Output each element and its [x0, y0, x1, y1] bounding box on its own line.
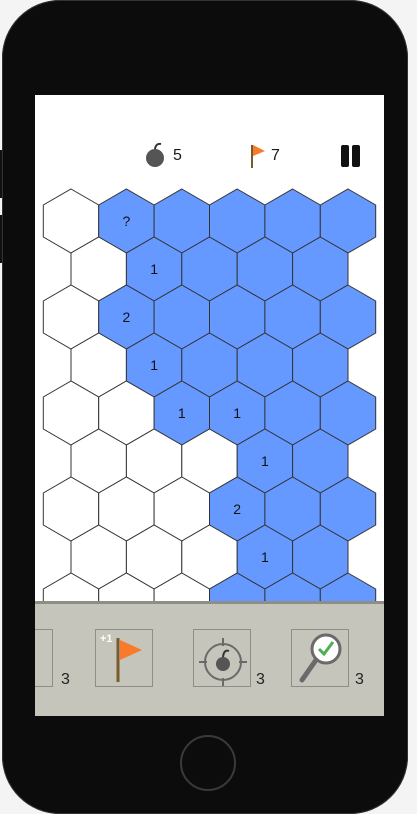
hex-cell-label: ?: [123, 213, 131, 229]
hex-cell-label: 2: [123, 309, 131, 325]
bomb-target-tool-count: 3: [256, 671, 265, 688]
hex-cell-label: 1: [261, 549, 269, 565]
flag-icon: [251, 145, 265, 168]
magnifier-check-icon: [299, 633, 342, 683]
bomb-target-icon: [199, 638, 247, 686]
hex-cell-label: 1: [178, 405, 186, 421]
bomb-count: 5: [173, 147, 182, 164]
pause-icon: [352, 145, 360, 167]
bomb-icon: [146, 142, 164, 167]
hex-cell-label: 1: [150, 357, 158, 373]
plus-one-badge: +1: [100, 633, 113, 645]
partial-tool[interactable]: [35, 629, 53, 687]
tools-bar: 3 +1 3 3: [35, 601, 384, 716]
hex-cell-label: 1: [150, 261, 158, 277]
hud-bar: 5 7: [35, 95, 384, 190]
bomb-target-tool[interactable]: [193, 629, 251, 687]
pause-icon: [341, 145, 349, 167]
home-button[interactable]: [180, 735, 236, 791]
hex-cell-label: 1: [261, 453, 269, 469]
hex-cell-label: 1: [233, 405, 241, 421]
pause-button[interactable]: [340, 145, 362, 167]
flag-count: 7: [271, 147, 280, 164]
hex-cell-label: 2: [233, 501, 241, 517]
flag-plus-icon: [116, 638, 142, 682]
volume-button: [0, 215, 2, 263]
partial-tool-count: 3: [61, 671, 70, 688]
volume-button: [0, 150, 2, 198]
inspect-tool-count: 3: [355, 671, 364, 688]
inspect-tool[interactable]: [291, 629, 349, 687]
game-screen: ? 1 2 1 1 1 1 2 1 5 7 3 +1 3 3: [35, 95, 384, 716]
phone-frame: ? 1 2 1 1 1 1 2 1 5 7 3 +1 3 3: [0, 0, 408, 814]
add-flag-tool[interactable]: +1: [95, 629, 153, 687]
